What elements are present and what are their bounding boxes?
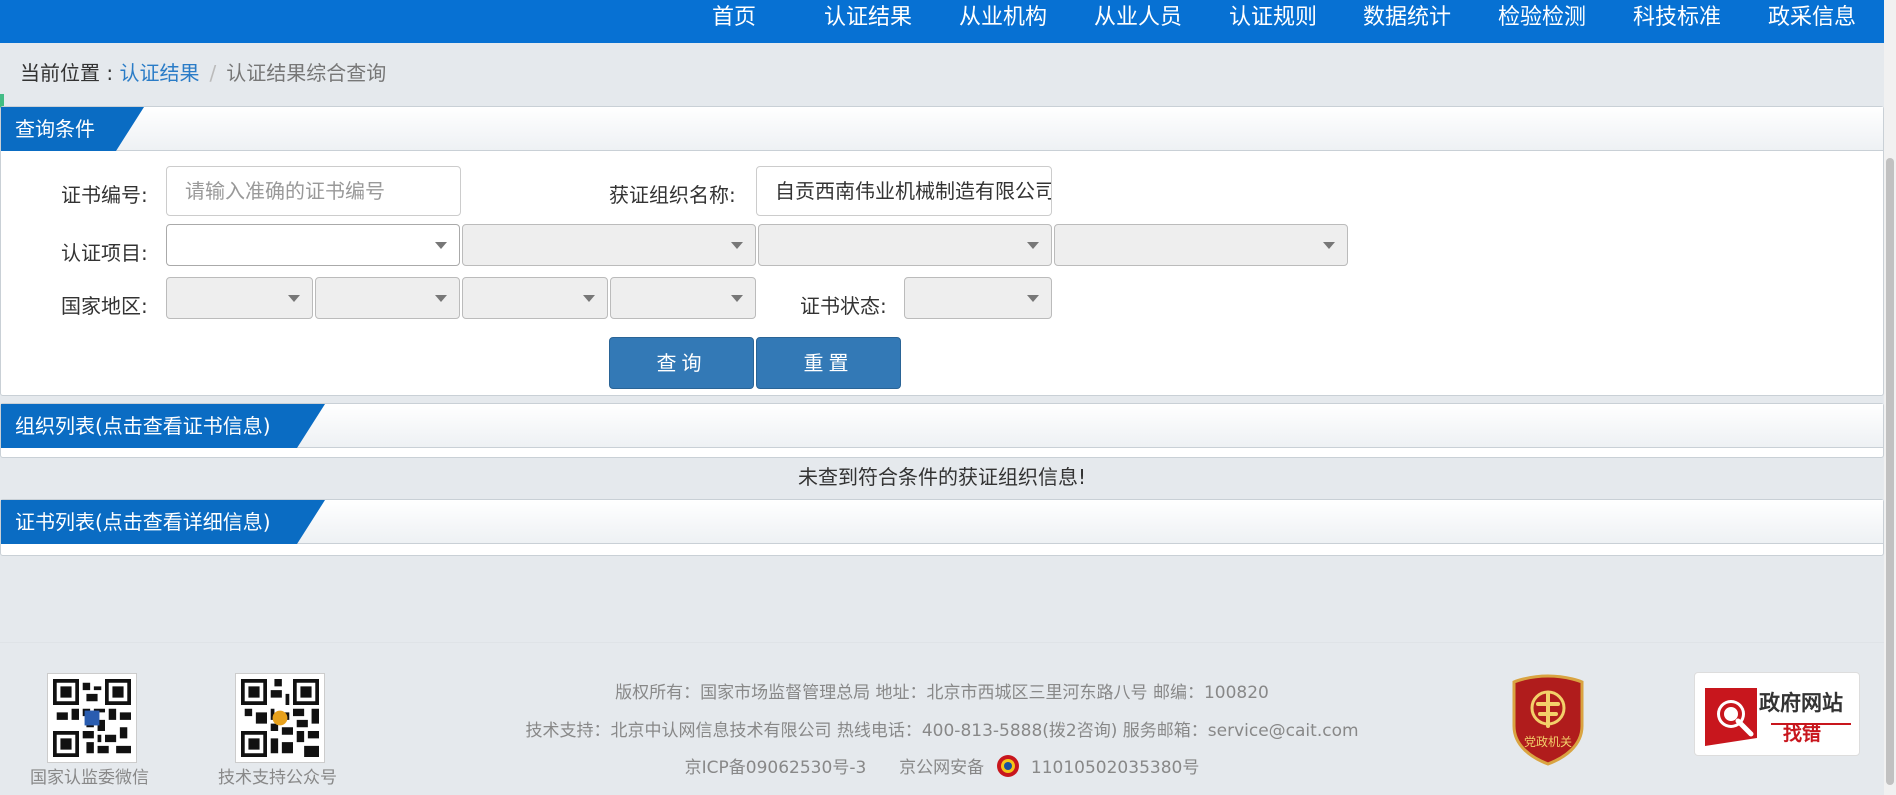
org-name-input[interactable]: 自贡西南伟业机械制造有限公司 [756,166,1052,216]
region-label: 国家地区: [61,294,148,318]
chevron-down-icon [435,242,447,249]
project-select-2[interactable] [462,224,756,266]
search-button[interactable]: 查询 [609,337,754,389]
magnifier-icon [1705,688,1757,746]
org-list-panel: 组织列表(点击查看证书信息) [0,403,1884,458]
org-name-label: 获证组织名称: [609,183,736,207]
org-list-header: 组织列表(点击查看证书信息) [1,404,1883,448]
gov-site-underline [1771,723,1851,725]
cert-list-panel: 证书列表(点击查看详细信息) [0,499,1884,556]
page-scrollbar[interactable] [1884,0,1896,795]
query-panel-header: 查询条件 [1,107,1883,151]
cert-list-header: 证书列表(点击查看详细信息) [1,500,1883,544]
badge-text: 党政机关 [1524,734,1572,749]
region-select-4[interactable] [610,277,756,319]
query-panel-title: 查询条件 [1,107,144,151]
nav-item-standards[interactable]: 科技标准 [1633,0,1721,43]
status-select[interactable] [904,277,1052,319]
nav-item-cert-results[interactable]: 认证结果 [824,0,912,43]
region-select-3[interactable] [462,277,608,319]
breadcrumb-separator: / [209,61,217,85]
chevron-down-icon [1027,242,1039,249]
project-select-1[interactable] [166,224,460,266]
chevron-down-icon [1027,295,1039,302]
org-list-title: 组织列表(点击查看证书信息) [1,404,325,448]
chevron-down-icon [1323,242,1335,249]
chevron-down-icon [288,295,300,302]
project-label: 认证项目: [61,241,148,265]
region-select-2[interactable] [315,277,460,319]
breadcrumb: 当前位置 : 认证结果 / 认证结果综合查询 [20,57,386,86]
icp-record-link[interactable]: 京ICP备09062530号-3 [685,758,867,778]
scrollbar-thumb[interactable] [1886,158,1894,785]
cert-no-input[interactable]: 请输入准确的证书编号 [166,166,461,216]
nav-item-practitioners[interactable]: 从业人员 [1094,0,1182,43]
chevron-down-icon [583,295,595,302]
nav-item-home[interactable]: 首页 [712,0,756,43]
chevron-down-icon [731,295,743,302]
gov-site-title: 政府网站 [1759,691,1843,715]
party-gov-badge[interactable]: 党政机关 [1510,674,1586,766]
project-select-3[interactable] [758,224,1052,266]
gov-site-error-report[interactable]: 政府网站 找错 [1694,672,1860,756]
footer-copyright-line: 版权所有：国家市场监督管理总局 地址：北京市西城区三里河东路八号 邮编：1008… [615,683,1269,703]
breadcrumb-link-cert-results[interactable]: 认证结果 [119,61,199,85]
nav-item-institutions[interactable]: 从业机构 [959,0,1047,43]
nav-item-cert-rules[interactable]: 认证规则 [1229,0,1317,43]
cert-list-title: 证书列表(点击查看详细信息) [1,500,325,544]
police-emblem-icon [996,754,1020,778]
cert-no-label: 证书编号: [61,183,148,207]
police-record-prefix[interactable]: 京公网安备 [899,758,984,778]
nav-item-statistics[interactable]: 数据统计 [1363,0,1451,43]
breadcrumb-prefix: 当前位置 : [20,61,120,85]
footer-record-line: 京ICP备09062530号-3 京公网安备 11010502035380号 [0,753,1884,778]
chevron-down-icon [435,295,447,302]
nav-item-procurement[interactable]: 政采信息 [1768,0,1856,43]
org-list-empty-message: 未查到符合条件的获证组织信息! [797,465,1087,489]
nav-item-inspection[interactable]: 检验检测 [1498,0,1586,43]
footer-support-line: 技术支持：北京中认网信息技术有限公司 热线电话：400-813-5888(拨2咨… [525,721,1359,741]
region-select-1[interactable] [166,277,313,319]
project-select-4[interactable] [1054,224,1348,266]
reset-button[interactable]: 重置 [756,337,901,389]
chevron-down-icon [731,242,743,249]
police-record-number[interactable]: 11010502035380号 [1031,758,1199,778]
breadcrumb-current: 认证结果综合查询 [226,61,387,85]
top-nav: 首页 认证结果 从业机构 从业人员 认证规则 数据统计 检验检测 科技标准 政采… [0,0,1884,43]
status-label: 证书状态: [800,294,887,318]
shield-icon: 党政机关 [1512,674,1584,766]
